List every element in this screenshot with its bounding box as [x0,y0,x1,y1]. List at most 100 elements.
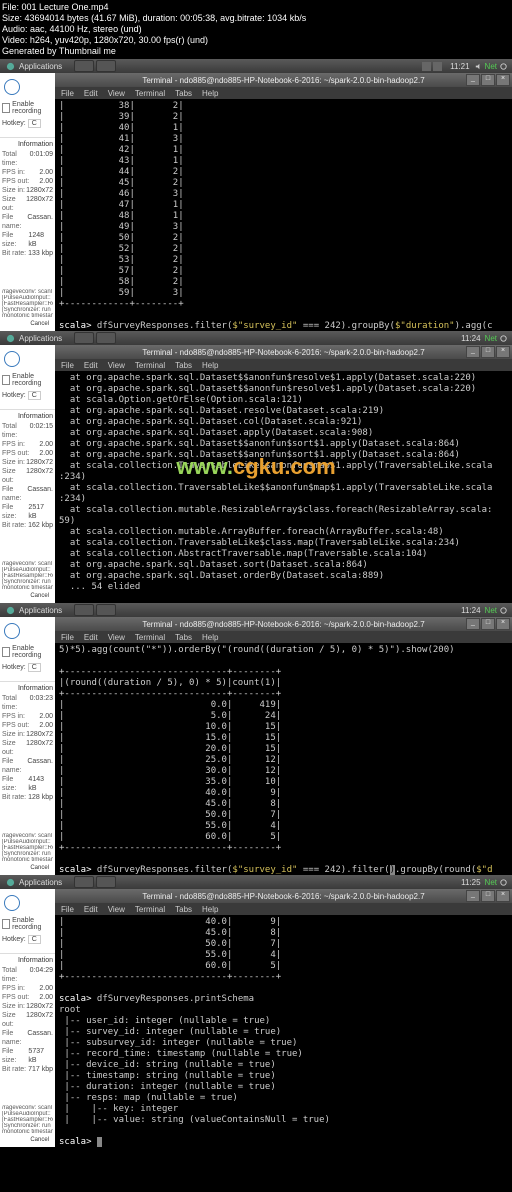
menu-tabs[interactable]: Tabs [175,89,192,98]
enable-recording-checkbox[interactable] [2,103,10,113]
taskbar-window-2[interactable] [96,876,116,888]
window-titlebar[interactable]: Terminal - ndo885@ndo885-HP-Notebook-6-2… [55,73,512,87]
info-row: Size out:1280x72 [2,1011,53,1029]
info-row: FPS in:2.00 [2,712,53,721]
menu-terminal[interactable]: Terminal [135,89,165,98]
net-indicator[interactable]: Net [485,334,497,343]
minimize-button[interactable]: _ [466,346,480,358]
taskbar-window-2[interactable] [96,60,116,72]
cancel-button[interactable]: Cancel [2,591,53,601]
terminal-output[interactable]: | 40.0| 9| | 45.0| 8| | 50.0| 7| | 55.0|… [55,915,512,1147]
maximize-button[interactable]: □ [481,74,495,86]
maximize-button[interactable]: □ [481,618,495,630]
info-row: File name:Cassan. [2,757,53,775]
hotkey-field[interactable]: C [28,119,41,128]
menu-help[interactable]: Help [202,361,218,370]
menu-help[interactable]: Help [202,633,218,642]
taskbar-window-1[interactable] [74,604,94,616]
menu-tabs[interactable]: Tabs [175,361,192,370]
menu-terminal[interactable]: Terminal [135,905,165,914]
info-row: File size:2517 kB [2,503,53,521]
taskbar-window-1[interactable] [74,332,94,344]
cancel-button[interactable]: Cancel [2,319,53,329]
menu-file[interactable]: File [61,361,74,370]
terminal-output[interactable]: | 38| 2| | 39| 2| | 40| 1| | 41| 3| | 42… [55,99,512,331]
info-row: FPS in:2.00 [2,984,53,993]
net-indicator[interactable]: Net [485,606,497,615]
applications-menu[interactable]: Applications [0,334,68,343]
taskbar-window-1[interactable] [74,60,94,72]
hotkey-field[interactable]: C [28,663,41,672]
menu-edit[interactable]: Edit [84,633,98,642]
menu-terminal[interactable]: Terminal [135,633,165,642]
volume-icon[interactable] [474,62,483,71]
applications-menu[interactable]: Applications [0,606,68,615]
close-button[interactable]: × [496,890,510,902]
taskbar-window-1[interactable] [74,876,94,888]
hotkey-field[interactable]: C [28,391,41,400]
menu-file[interactable]: File [61,89,74,98]
menu-edit[interactable]: Edit [84,905,98,914]
globe-icon [4,79,20,95]
power-icon[interactable] [499,334,508,343]
terminal-output[interactable]: 5)*5).agg(count("*")).orderBy("(round((d… [55,643,512,875]
menu-view[interactable]: View [108,89,125,98]
cancel-button[interactable]: Cancel [2,1135,53,1145]
menu-tabs[interactable]: Tabs [175,905,192,914]
info-row: Bit rate:717 kbp [2,1065,53,1074]
net-indicator[interactable]: Net [485,62,497,71]
terminal-output[interactable]: at org.apache.spark.sql.Dataset$$anonfun… [55,371,512,603]
enable-recording-checkbox[interactable] [2,647,10,657]
power-icon[interactable] [499,62,508,71]
info-row: FPS out:2.00 [2,177,53,186]
menu-view[interactable]: View [108,633,125,642]
window-titlebar[interactable]: Terminal - ndo885@ndo885-HP-Notebook-6-2… [55,345,512,359]
hotkey-field[interactable]: C [28,935,41,944]
menu-terminal[interactable]: Terminal [135,361,165,370]
power-icon[interactable] [499,878,508,887]
info-panel: InformationTotal time:0:01:09FPS in:2.00… [0,138,55,261]
info-row: Size out:1280x72 [2,195,53,213]
taskbar-window-2[interactable] [96,604,116,616]
close-button[interactable]: × [496,74,510,86]
close-button[interactable]: × [496,346,510,358]
info-row: File name:Cassan. [2,213,53,231]
window-titlebar[interactable]: Terminal - ndo885@ndo885-HP-Notebook-6-2… [55,889,512,903]
info-row: Size in:1280x72 [2,1002,53,1011]
menu-help[interactable]: Help [202,905,218,914]
menu-tabs[interactable]: Tabs [175,633,192,642]
info-row: Bit rate:133 kbp [2,249,53,258]
terminal-window: Terminal - ndo885@ndo885-HP-Notebook-6-2… [55,889,512,1147]
menu-file[interactable]: File [61,905,74,914]
maximize-button[interactable]: □ [481,346,495,358]
window-titlebar[interactable]: Terminal - ndo885@ndo885-HP-Notebook-6-2… [55,617,512,631]
clock[interactable]: 11:24 [457,606,484,615]
power-icon[interactable] [499,606,508,615]
close-button[interactable]: × [496,618,510,630]
enable-recording-checkbox[interactable] [2,919,10,929]
menu-view[interactable]: View [108,361,125,370]
cancel-button[interactable]: Cancel [2,863,53,873]
applications-menu[interactable]: Applications [0,62,68,71]
minimize-button[interactable]: _ [466,890,480,902]
clock[interactable]: 11:21 [446,62,473,71]
menu-edit[interactable]: Edit [84,361,98,370]
xfce-icon [6,334,15,343]
clock[interactable]: 11:24 [457,334,484,343]
maximize-button[interactable]: □ [481,890,495,902]
info-row: Bit rate:162 kbp [2,521,53,530]
info-row: Bit rate:128 kbp [2,793,53,802]
menu-view[interactable]: View [108,905,125,914]
minimize-button[interactable]: _ [466,618,480,630]
clock[interactable]: 11:25 [457,878,484,887]
globe-icon [4,623,20,639]
menu-edit[interactable]: Edit [84,89,98,98]
info-row: Total time:0:04:29 [2,966,53,984]
applications-menu[interactable]: Applications [0,878,68,887]
taskbar-window-2[interactable] [96,332,116,344]
minimize-button[interactable]: _ [466,74,480,86]
menu-file[interactable]: File [61,633,74,642]
menu-help[interactable]: Help [202,89,218,98]
enable-recording-checkbox[interactable] [2,375,10,385]
net-indicator[interactable]: Net [485,878,497,887]
